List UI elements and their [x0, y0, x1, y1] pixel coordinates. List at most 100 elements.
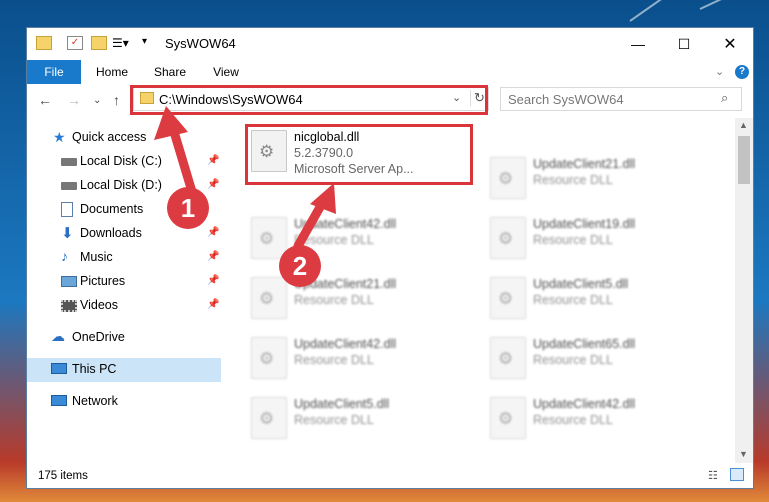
file-highlight [245, 124, 473, 185]
file-item[interactable]: ⚙ UpdateClient42.dll Resource DLL [239, 209, 469, 265]
file-item[interactable]: ⚙ UpdateClient21.dll Resource DLL [478, 149, 708, 205]
back-arrow-icon[interactable]: ← [38, 92, 52, 108]
sidebar-item-this-pc[interactable]: This PC [27, 358, 221, 382]
navigation-pane: ★ Quick access Local Disk (C:) 📌 Local D… [27, 118, 221, 463]
dll-file-icon: ⚙ [251, 277, 287, 319]
up-arrow-icon[interactable]: ↑ [113, 92, 120, 108]
sidebar-item-pictures[interactable]: Pictures 📌 [27, 270, 221, 294]
sidebar-item-label: This PC [72, 362, 117, 376]
tab-file[interactable]: File [27, 60, 81, 84]
sidebar-item-music[interactable]: ♪ Music 📌 [27, 246, 221, 270]
customize-toolbar-icon[interactable]: ▾ [142, 36, 158, 50]
window-title: SysWOW64 [165, 36, 236, 51]
drive-icon [61, 158, 77, 166]
search-icon[interactable]: ⌕ [721, 90, 728, 106]
step-2-badge: 2 [279, 245, 321, 287]
dll-file-icon: ⚙ [251, 397, 287, 439]
view-options-icon[interactable]: ☰▾ [112, 36, 129, 50]
details-view-icon[interactable]: ☷ [708, 469, 718, 482]
file-item[interactable]: ⚙ UpdateClient19.dll Resource DLL [478, 209, 708, 265]
file-item[interactable]: ⚙ UpdateClient42.dll Resource DLL [478, 389, 708, 445]
dll-file-icon: ⚙ [251, 217, 287, 259]
pin-icon[interactable]: 📌 [207, 251, 219, 262]
help-icon[interactable]: ? [735, 65, 749, 79]
dll-file-icon: ⚙ [490, 217, 526, 259]
pin-icon[interactable]: 📌 [207, 227, 219, 238]
pin-icon[interactable]: 📌 [207, 275, 219, 286]
sidebar-item-quick-access[interactable]: ★ Quick access [27, 126, 221, 150]
new-folder-icon[interactable] [91, 36, 107, 50]
expand-ribbon-icon[interactable]: ⌄ [715, 65, 724, 78]
sidebar-item-network[interactable]: Network [27, 390, 221, 414]
sidebar-item-local-disk-c[interactable]: Local Disk (C:) 📌 [27, 150, 221, 174]
file-type: Resource DLL [294, 413, 374, 427]
sidebar-item-label: Local Disk (D:) [80, 178, 162, 192]
file-type: Resource DLL [294, 353, 374, 367]
sidebar-item-label: Pictures [80, 274, 126, 288]
documents-icon [61, 202, 73, 217]
file-type: Resource DLL [533, 173, 613, 187]
gear-icon: ⚙ [259, 349, 275, 368]
maximize-button[interactable]: ☐ [661, 28, 707, 60]
gear-icon: ⚙ [498, 169, 514, 188]
file-name: UpdateClient19.dll [533, 217, 636, 231]
search-box[interactable]: Search SysWOW64 ⌕ [500, 87, 742, 111]
sidebar-item-label: Local Disk (C:) [80, 154, 162, 168]
tab-home[interactable]: Home [89, 60, 135, 84]
properties-icon[interactable]: ✓ [67, 36, 83, 50]
folder-icon [36, 36, 52, 50]
file-name: UpdateClient65.dll [533, 337, 636, 351]
file-name: UpdateClient5.dll [294, 397, 390, 411]
vertical-scrollbar[interactable]: ▲ ▼ [735, 118, 753, 463]
background-streak [629, 0, 680, 22]
title-bar: ✓ ☰▾ ▾ SysWOW64 — ☐ ✕ [27, 28, 753, 60]
pin-icon[interactable]: 📌 [207, 299, 219, 310]
scroll-up-icon[interactable]: ▲ [739, 120, 748, 130]
sidebar-item-label: Downloads [80, 226, 142, 240]
pictures-icon [61, 276, 77, 287]
file-item[interactable]: ⚙ UpdateClient5.dll Resource DLL [239, 389, 469, 445]
file-item[interactable]: ⚙ UpdateClient42.dll Resource DLL [239, 329, 469, 385]
tiles-view-icon[interactable] [730, 468, 744, 481]
sidebar-item-label: Music [80, 250, 113, 264]
sidebar-item-videos[interactable]: Videos 📌 [27, 294, 221, 318]
file-name: UpdateClient21.dll [533, 157, 636, 171]
download-arrow-icon: ⬇ [61, 225, 74, 242]
minimize-button[interactable]: — [615, 28, 661, 60]
ribbon-tabs: File Home Share View ⌄ ? [27, 60, 753, 85]
sidebar-item-label: Documents [80, 202, 144, 216]
gear-icon: ⚙ [259, 229, 275, 248]
pin-icon[interactable]: 📌 [207, 155, 219, 166]
dll-file-icon: ⚙ [251, 337, 287, 379]
file-name: UpdateClient42.dll [533, 397, 636, 411]
dll-file-icon: ⚙ [490, 397, 526, 439]
file-item[interactable]: ⚙ UpdateClient21.dll Resource DLL [239, 269, 469, 325]
tab-view[interactable]: View [203, 60, 249, 84]
tab-share[interactable]: Share [147, 60, 193, 84]
file-item[interactable]: ⚙ UpdateClient5.dll Resource DLL [478, 269, 708, 325]
file-name: UpdateClient42.dll [294, 217, 397, 231]
pin-icon[interactable]: 📌 [207, 179, 219, 190]
star-icon: ★ [53, 129, 66, 145]
scrollbar-thumb[interactable] [738, 136, 750, 184]
item-count: 175 items [38, 470, 88, 482]
file-type: Resource DLL [294, 293, 374, 307]
sidebar-item-onedrive[interactable]: ☁ OneDrive [27, 326, 221, 350]
file-item[interactable]: ⚙ UpdateClient65.dll Resource DLL [478, 329, 708, 385]
address-bar-highlight [130, 85, 488, 115]
status-bar: 175 items ☷ [27, 463, 753, 488]
network-icon [51, 395, 67, 406]
recent-locations-icon[interactable]: ⌄ [93, 95, 101, 106]
file-type: Resource DLL [533, 353, 613, 367]
step-1-badge: 1 [167, 187, 209, 229]
sidebar-item-label: Videos [80, 298, 118, 312]
file-name: UpdateClient42.dll [294, 337, 397, 351]
file-type: Resource DLL [533, 413, 613, 427]
gear-icon: ⚙ [498, 229, 514, 248]
forward-arrow-icon[interactable]: → [67, 92, 81, 108]
background-streak [699, 0, 769, 10]
cloud-icon: ☁ [51, 328, 65, 344]
scroll-down-icon[interactable]: ▼ [739, 449, 748, 459]
gear-icon: ⚙ [259, 289, 275, 308]
close-button[interactable]: ✕ [707, 28, 753, 60]
